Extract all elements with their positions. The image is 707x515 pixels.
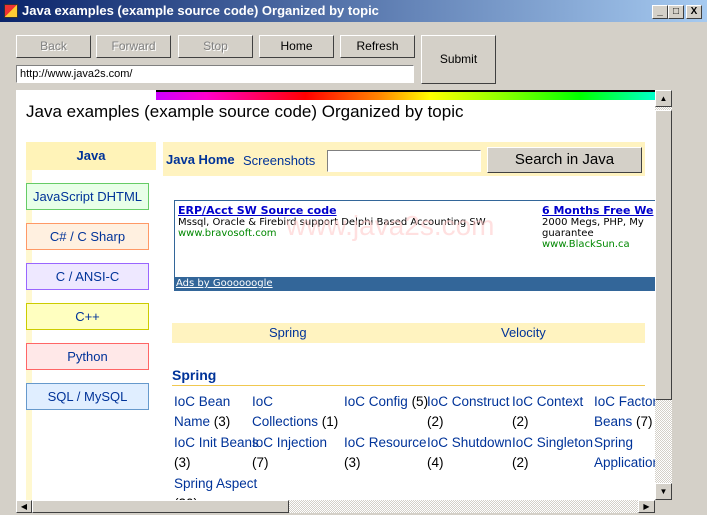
- sidebar-item-sql[interactable]: SQL / MySQL: [26, 383, 149, 410]
- minimize-button[interactable]: _: [652, 5, 668, 19]
- banner-strip: [156, 90, 655, 100]
- section-heading: Spring: [172, 367, 217, 383]
- close-button[interactable]: X: [686, 5, 702, 19]
- sidebar-header[interactable]: Java: [26, 142, 156, 170]
- maximize-button[interactable]: □: [668, 5, 684, 19]
- page-title: Java examples (example source code) Orga…: [26, 102, 464, 121]
- vertical-scrollbar[interactable]: ▲ ▼: [655, 90, 672, 500]
- url-input[interactable]: http://www.java2s.com/: [16, 65, 414, 83]
- ad-title[interactable]: 6 Months Free We: [542, 204, 655, 217]
- java-home-link[interactable]: Java Home: [166, 152, 235, 167]
- topic-link[interactable]: IoC Singleton (2): [512, 433, 602, 473]
- submit-button[interactable]: Submit: [421, 35, 496, 84]
- sidebar-item-python[interactable]: Python: [26, 343, 149, 370]
- topic-count: (1): [321, 414, 339, 429]
- sidebar-item-c[interactable]: C / ANSI-C: [26, 263, 149, 290]
- watermark: www.java2s.com: [286, 210, 495, 241]
- screenshots-link[interactable]: Screenshots: [243, 153, 315, 168]
- topic-count: (7): [636, 414, 653, 429]
- back-button[interactable]: Back: [16, 35, 91, 58]
- topic-name: IoC Context: [512, 394, 584, 409]
- topic-count: (2): [427, 414, 444, 429]
- tab-spring[interactable]: Spring: [269, 323, 307, 343]
- topic-link[interactable]: IoC Bean Name (3): [174, 392, 264, 432]
- ad-url[interactable]: www.BlackSun.ca: [542, 239, 655, 250]
- topic-count: (2): [512, 414, 529, 429]
- topic-name: IoC Collections: [252, 394, 319, 429]
- topic-name: Spring Aspect: [174, 476, 258, 491]
- refresh-button[interactable]: Refresh: [340, 35, 415, 58]
- scroll-down-icon[interactable]: ▼: [655, 483, 672, 500]
- scroll-left-icon[interactable]: ◀: [16, 500, 32, 513]
- topic-link[interactable]: Spring Aspect (20): [174, 474, 264, 500]
- topic-tabs: Spring Velocity: [172, 323, 645, 343]
- scroll-thumb[interactable]: [655, 110, 672, 400]
- topic-name: Spring Applicatior: [594, 435, 655, 470]
- home-button[interactable]: Home: [259, 35, 334, 58]
- browser-view: Java examples (example source code) Orga…: [16, 90, 655, 500]
- stop-button[interactable]: Stop: [178, 35, 253, 58]
- topic-link[interactable]: IoC Factor Beans (7): [594, 392, 655, 432]
- forward-button[interactable]: Forward: [96, 35, 171, 58]
- search-input[interactable]: [327, 150, 481, 172]
- topic-name: IoC Shutdown: [427, 435, 512, 450]
- topic-name: IoC Singleton: [512, 435, 594, 450]
- app-icon: [4, 4, 18, 18]
- sidebar-item-javascript[interactable]: JavaScript DHTML: [26, 183, 149, 210]
- scroll-right-icon[interactable]: ▶: [638, 500, 655, 513]
- search-button[interactable]: Search in Java: [487, 147, 642, 173]
- topic-link[interactable]: Spring Applicatior: [594, 433, 655, 473]
- topic-name: IoC Construct: [427, 394, 510, 409]
- topic-name: IoC Init Beans: [174, 435, 259, 450]
- ad-body: 2000 Megs, PHP, My guarantee: [542, 217, 644, 239]
- scroll-up-icon[interactable]: ▲: [655, 90, 672, 107]
- topic-count: (3): [344, 455, 361, 470]
- topic-count: (2): [512, 455, 529, 470]
- horizontal-scrollbar[interactable]: ◀ ▶: [16, 500, 655, 513]
- topic-link[interactable]: IoC Construct (2): [427, 392, 517, 432]
- title-bar: Java examples (example source code) Orga…: [0, 0, 707, 22]
- topic-count: (3): [174, 455, 191, 470]
- topic-name: IoC Config: [344, 394, 408, 409]
- window-title: Java examples (example source code) Orga…: [22, 3, 379, 18]
- topic-link[interactable]: IoC Injection (7): [252, 433, 342, 473]
- sidebar-item-cpp[interactable]: C++: [26, 303, 149, 330]
- scroll-thumb-horizontal[interactable]: [32, 500, 289, 513]
- topic-count: (7): [252, 455, 269, 470]
- topic-count: (5): [411, 394, 429, 409]
- tab-velocity[interactable]: Velocity: [501, 323, 546, 343]
- topic-count: (4): [427, 455, 444, 470]
- topic-link[interactable]: IoC Collections (1): [252, 392, 342, 432]
- topic-link[interactable]: IoC Shutdown (4): [427, 433, 517, 473]
- sidebar-item-csharp[interactable]: C# / C Sharp: [26, 223, 149, 250]
- topic-link[interactable]: IoC Config (5): [344, 392, 434, 412]
- topic-name: IoC Injection: [252, 435, 328, 450]
- topic-name: IoC Resource: [344, 435, 427, 450]
- topic-link[interactable]: IoC Resource (3): [344, 433, 434, 473]
- section-divider: [172, 385, 645, 386]
- topic-link[interactable]: IoC Context (2): [512, 392, 602, 432]
- topic-count: (3): [213, 414, 231, 429]
- sidebar-body: [32, 170, 156, 500]
- ads-footer-link[interactable]: Ads by Goooooogle: [175, 277, 655, 290]
- topic-link[interactable]: IoC Init Beans (3): [174, 433, 264, 473]
